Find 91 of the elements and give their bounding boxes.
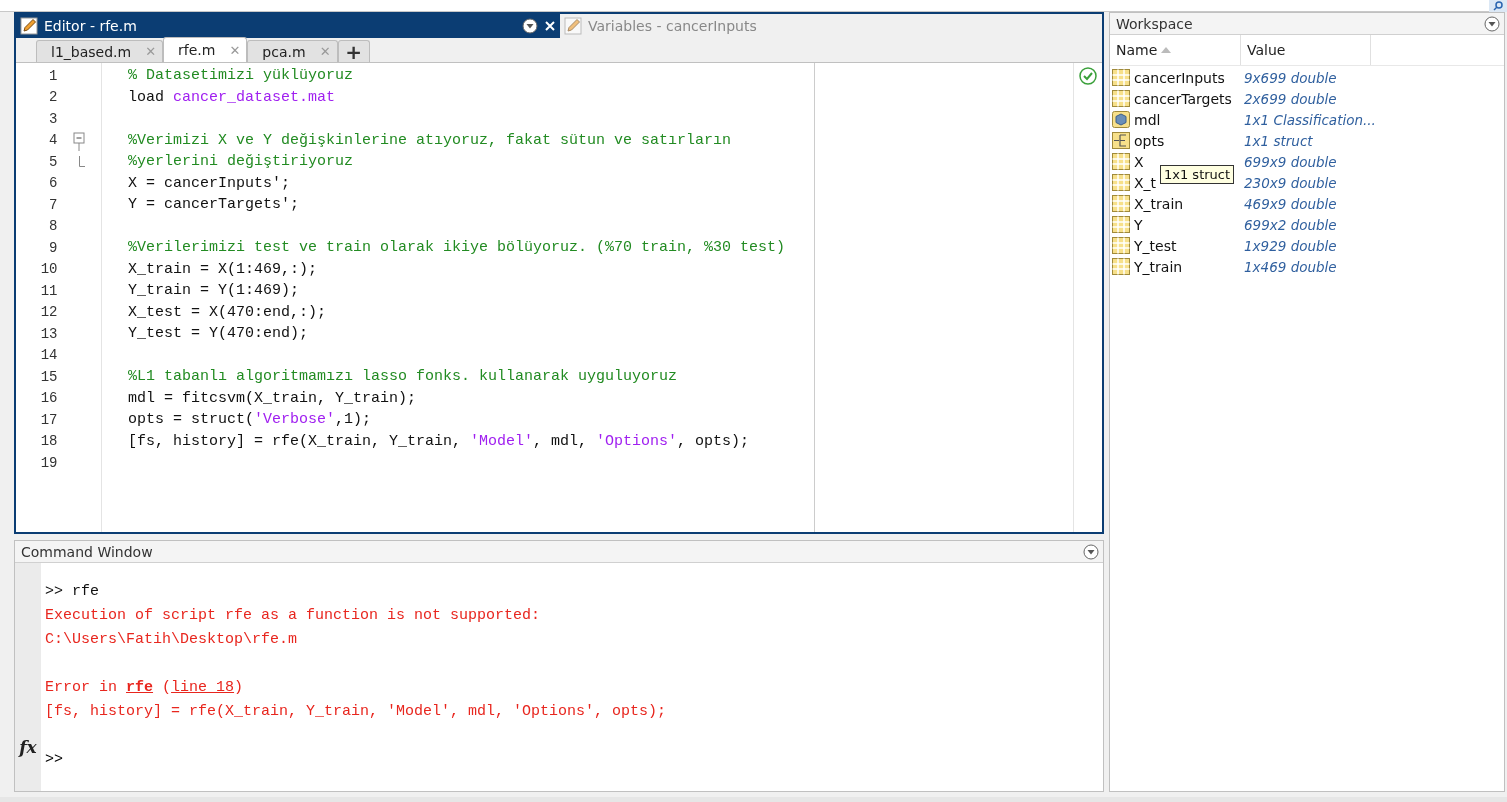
line-number: 7 — [48, 196, 58, 213]
output-line: C:\Users\Fatih\Desktop\rfe.m — [45, 629, 299, 650]
variable-value: 1x1 Classification... — [1243, 111, 1376, 128]
variable-value: 1x469 double — [1243, 258, 1337, 275]
menu-caret-icon[interactable] — [1484, 15, 1500, 32]
variable-name[interactable]: X_t — [1134, 174, 1157, 191]
line-number: 6 — [48, 175, 58, 192]
variable-name[interactable]: cancerTargets — [1134, 90, 1232, 107]
variable-value: 2x699 double — [1243, 90, 1337, 107]
line-number: 17 — [39, 411, 58, 428]
output-line: [fs, history] = rfe(X_train, Y_train, 'Model', mdl, 'Options', opts); — [45, 701, 668, 722]
line-number: 12 — [39, 304, 58, 321]
line-number: 9 — [48, 239, 58, 256]
code-line: Y = cancerTargets'; — [128, 195, 301, 216]
new-tab-button[interactable]: + — [337, 40, 370, 62]
variable-value: 699x2 double — [1243, 216, 1337, 233]
fold-collapse-icon[interactable] — [73, 129, 86, 152]
line-number: 11 — [39, 282, 58, 299]
line-number: 1 — [48, 67, 58, 84]
panel-title: Workspace — [1116, 15, 1193, 32]
variable-value: 1x1 struct — [1243, 132, 1313, 149]
code-line: %yerlerini değiştiriyoruz — [128, 152, 355, 173]
code-line: %L1 tabanlı algoritmamızı lasso fonks. kullanarak uyguluyoruz — [128, 367, 679, 388]
code-line: Y_train = Y(1:469); — [128, 281, 301, 302]
variable-name[interactable]: Y_test — [1134, 237, 1177, 254]
variable-value: 230x9 double — [1243, 174, 1337, 191]
variable-value: 1x929 double — [1243, 237, 1337, 254]
menu-caret-icon[interactable] — [522, 18, 538, 34]
pencil-icon — [564, 17, 582, 35]
line-number: 10 — [39, 261, 58, 278]
line-number: 13 — [39, 325, 58, 342]
matrix-icon — [1112, 237, 1130, 254]
pencil-icon — [20, 17, 38, 35]
file-tab[interactable]: l1_based.m ✕ — [36, 40, 164, 62]
cube-icon — [1112, 111, 1130, 128]
file-tab[interactable]: rfe.m ✕ — [163, 37, 248, 62]
code-line: X = cancerInputs'; — [128, 173, 292, 194]
matrix-icon — [1112, 69, 1130, 86]
line-number: 16 — [39, 390, 58, 407]
line-number: 4 — [48, 132, 58, 149]
command-prompt[interactable]: >> — [45, 750, 63, 768]
code-line: X_test = X(470:end,:); — [128, 302, 328, 323]
variable-name[interactable]: mdl — [1134, 111, 1161, 128]
output-line: Error in rfe (line 18) — [45, 677, 245, 698]
variable-value: 9x699 double — [1243, 69, 1337, 86]
line-number: 5 — [48, 153, 58, 170]
code-line: %Verimizi X ve Y değişkinlerine atıyoruz, fakat sütun ve satırların — [128, 130, 733, 151]
matrix-icon — [1112, 216, 1130, 233]
variable-name[interactable]: X — [1134, 153, 1144, 170]
file-tab[interactable]: pca.m ✕ — [247, 40, 338, 62]
line-number: 14 — [39, 347, 58, 364]
variable-name[interactable]: X_train — [1134, 195, 1184, 212]
variable-name[interactable]: Y — [1134, 216, 1143, 233]
output-line: >> rfe — [45, 581, 100, 602]
code-line: X_train = X(1:469,:); — [128, 259, 319, 280]
variable-name[interactable]: opts — [1134, 132, 1165, 149]
matrix-icon — [1112, 195, 1130, 212]
sort-ascending-icon — [1161, 47, 1172, 53]
column-header[interactable]: Name — [1110, 35, 1241, 65]
code-line: %Verilerimizi test ve train olarak ikiye bölüyoruz. (%70 train, %30 test) — [128, 238, 787, 259]
function-browser-button[interactable]: fx — [19, 737, 37, 757]
variable-name[interactable]: Y_train — [1134, 258, 1183, 275]
line-number: 19 — [39, 454, 58, 471]
panel-title: Editor - rfe.m — [44, 18, 138, 34]
close-icon[interactable] — [544, 20, 556, 32]
tooltip: 1x1 struct — [1160, 165, 1235, 184]
matrix-icon — [1112, 153, 1130, 170]
line-number: 2 — [48, 89, 58, 106]
struct-icon — [1112, 132, 1130, 149]
panel-title: Command Window — [21, 543, 153, 560]
code-line: % Datasetimizi yüklüyoruz — [128, 66, 355, 87]
matrix-icon — [1112, 90, 1130, 107]
code-line: opts = struct('Verbose',1); — [128, 410, 373, 431]
code-line: [fs, history] = rfe(X_train, Y_train, 'Model', mdl, 'Options', opts); — [128, 431, 751, 452]
matrix-icon — [1112, 258, 1130, 275]
line-number: 15 — [39, 368, 58, 385]
line-number: 18 — [39, 433, 58, 450]
code-line: load cancer_dataset.mat — [128, 87, 337, 108]
variable-value: 699x9 double — [1243, 153, 1337, 170]
search-button[interactable] — [1489, 0, 1507, 12]
line-number: 8 — [48, 218, 58, 235]
menu-caret-icon[interactable] — [1083, 543, 1099, 560]
code-line: mdl = fitcsvm(X_train, Y_train); — [128, 388, 418, 409]
code-line: Y_test = Y(470:end); — [128, 324, 310, 345]
column-header[interactable]: Value — [1241, 35, 1371, 65]
check-icon — [1079, 67, 1097, 85]
variable-name[interactable]: cancerInputs — [1134, 69, 1225, 86]
line-number: 3 — [48, 110, 58, 127]
matrix-icon — [1112, 174, 1130, 191]
variable-value: 469x9 double — [1243, 195, 1337, 212]
output-line: Execution of script rfe as a function is not supported: — [45, 605, 542, 626]
